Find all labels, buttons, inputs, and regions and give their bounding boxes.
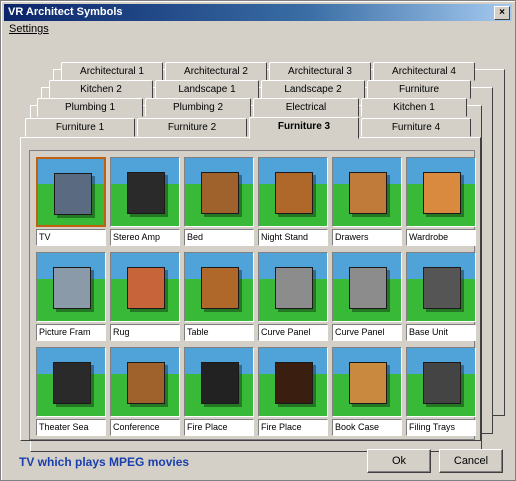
tab-architectural-2[interactable]: Architectural 2 — [165, 62, 267, 81]
symbol-label: Base Unit — [406, 324, 476, 341]
curve-panel-icon[interactable] — [258, 252, 328, 322]
stereo-amp-icon[interactable] — [110, 157, 180, 227]
conference-table-icon[interactable] — [110, 347, 180, 417]
theater-seat-icon[interactable] — [36, 347, 106, 417]
symbol-label: Wardrobe — [406, 229, 476, 246]
picture-frame-icon[interactable] — [36, 252, 106, 322]
symbol-label: Table — [184, 324, 254, 341]
tv-icon[interactable] — [36, 157, 106, 227]
tab-kitchen-2[interactable]: Kitchen 2 — [49, 80, 153, 99]
symbol-item[interactable]: Night Stand — [258, 157, 330, 247]
symbol-item[interactable]: Table — [184, 252, 256, 342]
wardrobe-icon[interactable] — [406, 157, 476, 227]
symbol-item[interactable]: Fire Place — [184, 347, 256, 437]
tab-electrical[interactable]: Electrical — [253, 98, 359, 117]
symbol-item[interactable]: Curve Panel — [332, 252, 404, 342]
tab-panel: TV Stereo Amp Bed Night Stand Drawers Wardrob… — [20, 137, 481, 441]
tab-architectural-3[interactable]: Architectural 3 — [269, 62, 371, 81]
symbol-item[interactable]: Book Case — [332, 347, 404, 437]
symbol-label: Conference — [110, 419, 180, 436]
symbol-label: Fire Place — [258, 419, 328, 436]
tab-furniture[interactable]: Furniture — [367, 80, 471, 99]
symbol-label: Theater Sea — [36, 419, 106, 436]
curve-panel-icon[interactable] — [332, 252, 402, 322]
symbol-label: Curve Panel — [332, 324, 402, 341]
tab-kitchen-1[interactable]: Kitchen 1 — [361, 98, 467, 117]
menu-settings[interactable]: Settings — [9, 23, 49, 35]
bed-icon[interactable] — [184, 157, 254, 227]
symbol-item[interactable]: Bed — [184, 157, 256, 247]
symbol-label: Night Stand — [258, 229, 328, 246]
symbol-label: Book Case — [332, 419, 402, 436]
fireplace-icon[interactable] — [184, 347, 254, 417]
base-unit-icon[interactable] — [406, 252, 476, 322]
window-title: VR Architect Symbols — [8, 6, 123, 18]
symbol-item[interactable]: Base Unit — [406, 252, 478, 342]
symbol-label: Rug — [110, 324, 180, 341]
symbol-label: Stereo Amp — [110, 229, 180, 246]
tab-plumbing-2[interactable]: Plumbing 2 — [145, 98, 251, 117]
symbol-item[interactable]: Theater Sea — [36, 347, 108, 437]
symbol-item[interactable]: Conference — [110, 347, 182, 437]
symbol-item[interactable]: Stereo Amp — [110, 157, 182, 247]
table-icon[interactable] — [184, 252, 254, 322]
symbol-label: Picture Fram — [36, 324, 106, 341]
filing-trays-icon[interactable] — [406, 347, 476, 417]
symbol-label: Fire Place — [184, 419, 254, 436]
symbol-item[interactable]: Curve Panel — [258, 252, 330, 342]
ok-button[interactable]: Ok — [367, 449, 431, 473]
symbol-item[interactable]: Picture Fram — [36, 252, 108, 342]
fireplace-icon[interactable] — [258, 347, 328, 417]
symbol-label: Drawers — [332, 229, 402, 246]
symbol-grid: TV Stereo Amp Bed Night Stand Drawers Wardrob… — [29, 150, 478, 440]
symbol-label: TV — [36, 229, 106, 246]
night-stand-icon[interactable] — [258, 157, 328, 227]
symbol-item[interactable]: Fire Place — [258, 347, 330, 437]
cancel-button[interactable]: Cancel — [439, 449, 503, 473]
symbol-label: Filing Trays — [406, 419, 476, 436]
symbol-item[interactable]: Filing Trays — [406, 347, 478, 437]
symbol-item[interactable]: Rug — [110, 252, 182, 342]
symbol-item[interactable]: Drawers — [332, 157, 404, 247]
tab-architectural-1[interactable]: Architectural 1 — [61, 62, 163, 81]
rug-icon[interactable] — [110, 252, 180, 322]
tab-architectural-4[interactable]: Architectural 4 — [373, 62, 475, 81]
symbol-label: Curve Panel — [258, 324, 328, 341]
drawers-icon[interactable] — [332, 157, 402, 227]
tab-plumbing-1[interactable]: Plumbing 1 — [37, 98, 143, 117]
close-icon[interactable]: × — [494, 6, 510, 20]
symbol-item[interactable]: Wardrobe — [406, 157, 478, 247]
tab-furniture-2[interactable]: Furniture 2 — [137, 118, 247, 137]
tab-landscape-2[interactable]: Landscape 2 — [261, 80, 365, 99]
tab-landscape-1[interactable]: Landscape 1 — [155, 80, 259, 99]
menu-bar: Settings — [9, 23, 49, 35]
title-bar[interactable]: VR Architect Symbols × — [4, 4, 512, 21]
book-case-icon[interactable] — [332, 347, 402, 417]
symbol-label: Bed — [184, 229, 254, 246]
symbol-item[interactable]: TV — [36, 157, 108, 247]
tab-furniture-1[interactable]: Furniture 1 — [25, 118, 135, 137]
tab-furniture-3[interactable]: Furniture 3 — [249, 117, 359, 139]
dialog-window: VR Architect Symbols × Settings Architec… — [0, 0, 516, 481]
status-text: TV which plays MPEG movies — [19, 455, 190, 469]
tab-furniture-4[interactable]: Furniture 4 — [361, 118, 471, 137]
